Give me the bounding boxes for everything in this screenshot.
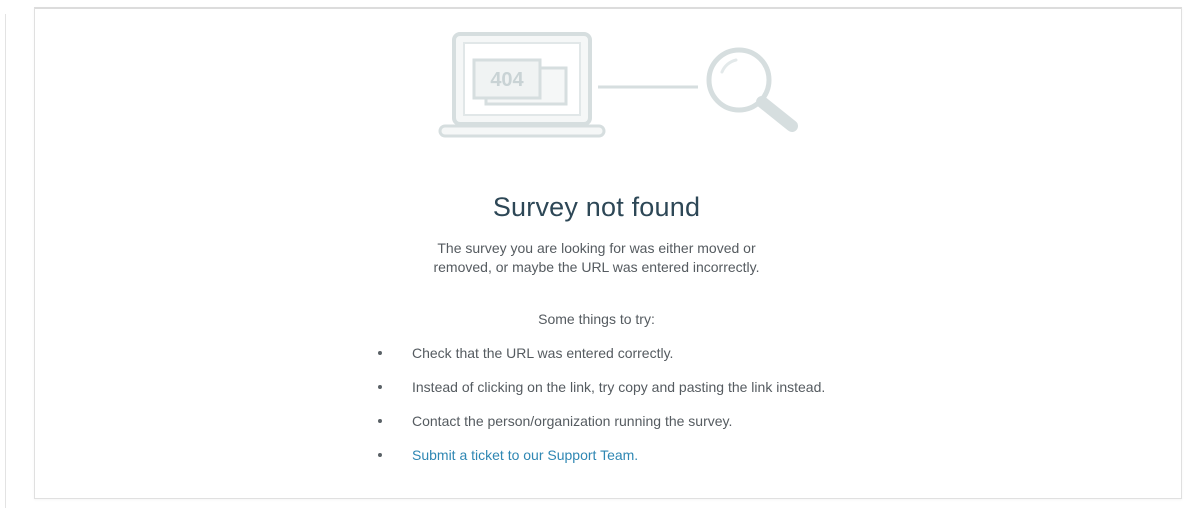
description-line: The survey you are looking for was eithe… — [437, 240, 756, 256]
list-item: Instead of clicking on the link, try cop… — [372, 376, 932, 410]
tip-text: Instead of clicking on the link, try cop… — [412, 379, 826, 395]
tip-text: Contact the person/organization running … — [412, 413, 733, 429]
description-line: removed, or maybe the URL was entered in… — [433, 259, 760, 275]
list-item: Submit a ticket to our Support Team. — [372, 444, 932, 478]
tips-list: Check that the URL was entered correctly… — [372, 342, 932, 478]
error-code-text: 404 — [490, 69, 524, 91]
bullet-icon — [378, 453, 382, 457]
page-frame: 404 Survey not found The survey you are … — [0, 0, 1193, 510]
tip-text: Check that the URL was entered correctly… — [412, 345, 674, 361]
error-description: The survey you are looking for was eithe… — [0, 239, 1193, 277]
bullet-icon — [378, 351, 382, 355]
list-item: Contact the person/organization running … — [372, 410, 932, 444]
submit-ticket-link[interactable]: Submit a ticket to our Support Team. — [412, 444, 638, 466]
bullet-icon — [378, 385, 382, 389]
page-title: Survey not found — [492, 192, 701, 222]
tips-heading: Some things to try: — [538, 311, 655, 327]
list-item: Check that the URL was entered correctly… — [372, 342, 932, 376]
laptop-icon: 404 — [438, 32, 606, 138]
bullet-icon — [378, 419, 382, 423]
not-found-illustration: 404 — [438, 32, 798, 138]
magnifying-glass-icon — [706, 47, 798, 132]
